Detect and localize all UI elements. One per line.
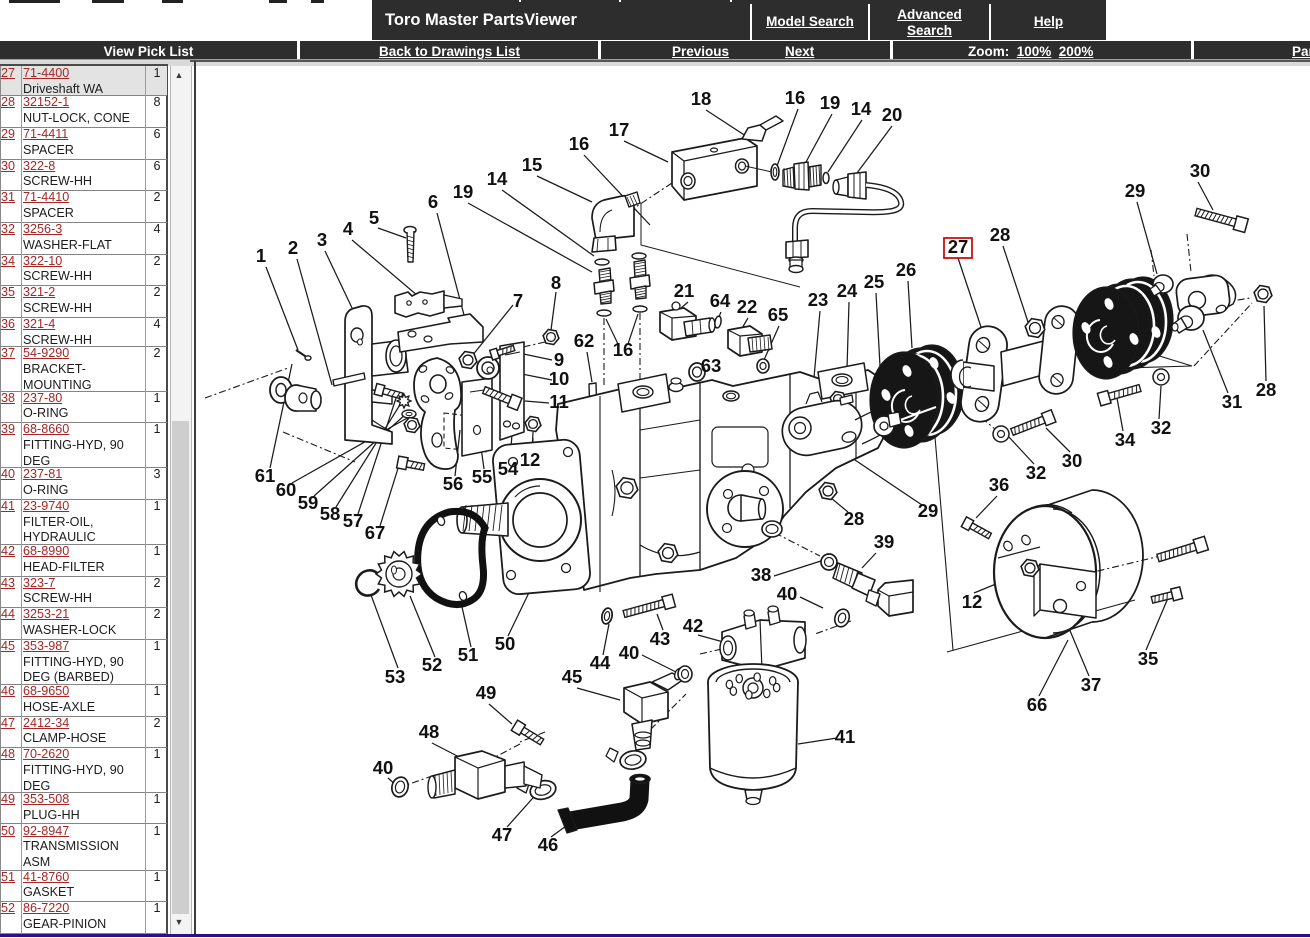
svg-text:29: 29 — [1125, 180, 1146, 201]
svg-text:28: 28 — [844, 508, 865, 529]
svg-text:20: 20 — [882, 104, 903, 125]
svg-text:32: 32 — [1151, 417, 1172, 438]
svg-text:50: 50 — [495, 633, 516, 654]
svg-text:26: 26 — [896, 259, 917, 280]
svg-text:37: 37 — [1081, 674, 1102, 695]
svg-text:32: 32 — [1026, 462, 1047, 483]
svg-text:40: 40 — [619, 642, 640, 663]
svg-text:57: 57 — [343, 510, 364, 531]
svg-text:14: 14 — [487, 168, 508, 189]
svg-text:51: 51 — [458, 644, 479, 665]
svg-text:29: 29 — [918, 500, 939, 521]
svg-text:14: 14 — [851, 98, 872, 119]
svg-text:28: 28 — [990, 224, 1011, 245]
svg-text:17: 17 — [609, 119, 630, 140]
svg-text:47: 47 — [492, 824, 513, 845]
svg-text:22: 22 — [737, 296, 758, 317]
svg-text:19: 19 — [453, 181, 474, 202]
svg-text:12: 12 — [962, 591, 983, 612]
svg-text:16: 16 — [785, 87, 806, 108]
svg-text:67: 67 — [365, 522, 386, 543]
svg-text:45: 45 — [562, 666, 583, 687]
svg-text:28: 28 — [1256, 379, 1277, 400]
svg-text:3: 3 — [317, 229, 327, 250]
svg-text:38: 38 — [751, 564, 772, 585]
svg-text:63: 63 — [701, 355, 722, 376]
svg-text:7: 7 — [513, 290, 523, 311]
svg-text:53: 53 — [385, 666, 406, 687]
svg-text:16: 16 — [613, 339, 634, 360]
svg-text:2: 2 — [288, 237, 298, 258]
svg-text:18: 18 — [691, 88, 712, 109]
svg-text:41: 41 — [835, 726, 856, 747]
svg-text:30: 30 — [1190, 160, 1211, 181]
svg-text:11: 11 — [549, 391, 569, 412]
svg-text:40: 40 — [777, 583, 798, 604]
svg-text:40: 40 — [373, 757, 394, 778]
svg-text:65: 65 — [768, 304, 789, 325]
svg-text:27: 27 — [948, 236, 969, 257]
svg-text:59: 59 — [298, 492, 319, 513]
svg-text:12: 12 — [520, 449, 541, 470]
svg-text:31: 31 — [1222, 391, 1243, 412]
svg-text:44: 44 — [590, 652, 611, 673]
svg-text:30: 30 — [1062, 450, 1083, 471]
svg-text:35: 35 — [1138, 648, 1159, 669]
svg-text:48: 48 — [419, 721, 440, 742]
svg-text:64: 64 — [710, 290, 731, 311]
svg-text:15: 15 — [522, 154, 543, 175]
svg-text:1: 1 — [256, 245, 266, 266]
svg-text:16: 16 — [569, 133, 590, 154]
svg-text:6: 6 — [428, 191, 438, 212]
svg-text:55: 55 — [472, 466, 493, 487]
svg-text:49: 49 — [476, 682, 497, 703]
svg-text:19: 19 — [820, 92, 841, 113]
svg-text:66: 66 — [1027, 694, 1048, 715]
svg-text:52: 52 — [422, 654, 443, 675]
svg-text:42: 42 — [683, 615, 704, 636]
svg-text:25: 25 — [864, 271, 885, 292]
svg-text:46: 46 — [538, 834, 559, 855]
svg-text:62: 62 — [574, 330, 595, 351]
svg-text:4: 4 — [343, 218, 354, 239]
svg-text:60: 60 — [276, 479, 297, 500]
svg-text:54: 54 — [498, 458, 519, 479]
svg-text:24: 24 — [837, 280, 858, 301]
svg-text:58: 58 — [320, 503, 341, 524]
svg-text:10: 10 — [549, 368, 570, 389]
svg-text:21: 21 — [674, 280, 695, 301]
svg-text:56: 56 — [443, 473, 464, 494]
svg-text:5: 5 — [369, 207, 379, 228]
svg-text:9: 9 — [554, 349, 564, 370]
svg-text:39: 39 — [874, 531, 895, 552]
svg-text:23: 23 — [808, 289, 829, 310]
svg-text:8: 8 — [551, 272, 561, 293]
svg-text:34: 34 — [1115, 429, 1136, 450]
svg-text:43: 43 — [650, 628, 671, 649]
svg-text:36: 36 — [989, 474, 1010, 495]
svg-text:61: 61 — [255, 465, 276, 486]
